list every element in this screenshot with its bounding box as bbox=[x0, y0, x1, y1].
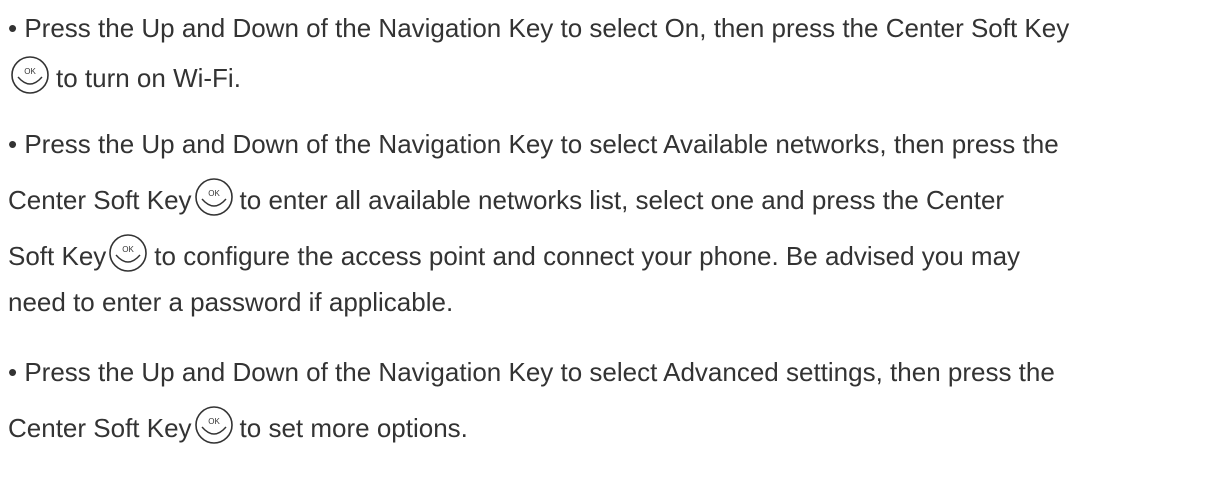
center-soft-key-icon bbox=[194, 405, 234, 445]
bullet-2-text-2a: Center Soft Key bbox=[8, 185, 192, 215]
bullet-3-line-1: • Press the Up and Down of the Navigatio… bbox=[8, 346, 1055, 398]
center-soft-key-icon bbox=[10, 55, 50, 95]
bullet-2-line-3: Soft Key to configure the access point an… bbox=[8, 230, 1020, 282]
bullet-3-text-2b: to set more options. bbox=[239, 413, 468, 443]
bullet-1-text-2: to turn on Wi-Fi. bbox=[56, 63, 241, 93]
bullet-1-text-1: • Press the Up and Down of the Navigatio… bbox=[8, 13, 1070, 43]
bullet-2-text-1: • Press the Up and Down of the Navigatio… bbox=[8, 129, 1059, 159]
center-soft-key-icon bbox=[194, 177, 234, 217]
bullet-1-line-1: • Press the Up and Down of the Navigatio… bbox=[8, 2, 1069, 54]
bullet-2-text-4: need to enter a password if applicable. bbox=[8, 287, 454, 317]
bullet-2-line-2: Center Soft Key to enter all available ne… bbox=[8, 174, 1004, 226]
bullet-2-line-4: need to enter a password if applicable. bbox=[8, 276, 453, 328]
center-soft-key-icon bbox=[108, 233, 148, 273]
bullet-3-text-2a: Center Soft Key bbox=[8, 413, 192, 443]
bullet-2-text-3a: Soft Key bbox=[8, 241, 107, 271]
bullet-3-text-1: • Press the Up and Down of the Navigatio… bbox=[8, 357, 1055, 387]
bullet-2-text-3b: to configure the access point and connec… bbox=[154, 241, 1021, 271]
bullet-3-line-2: Center Soft Key to set more options. bbox=[8, 402, 468, 454]
bullet-1-line-2: to turn on Wi-Fi. bbox=[8, 52, 241, 104]
bullet-2-text-2b: to enter all available networks list, se… bbox=[239, 185, 1005, 215]
bullet-2-line-1: • Press the Up and Down of the Navigatio… bbox=[8, 118, 1059, 170]
